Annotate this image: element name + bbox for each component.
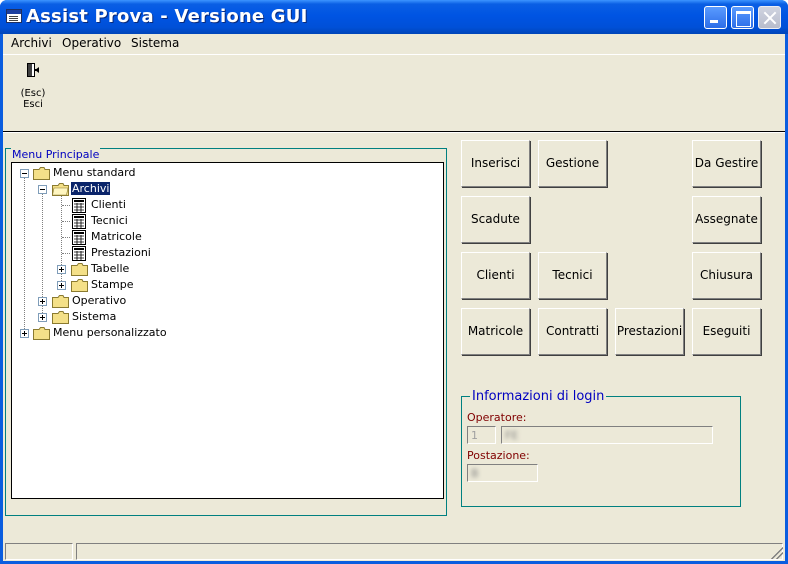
- gestione-button[interactable]: Gestione: [538, 140, 607, 187]
- menu-principale-caption: Menu Principale: [11, 148, 101, 161]
- login-info-caption: Informazioni di login: [470, 389, 607, 404]
- tree-node-clienti[interactable]: Clienti: [12, 197, 212, 213]
- status-bar: [3, 541, 785, 561]
- document-icon: [72, 214, 86, 229]
- operatore-name-value: FE: [505, 429, 519, 442]
- tree-node-menu-standard[interactable]: Menu standard: [12, 165, 212, 181]
- document-icon: [72, 230, 86, 245]
- tree-node-prestazioni[interactable]: Prestazioni: [12, 245, 212, 261]
- folder-icon: [52, 311, 69, 324]
- menu-sistema[interactable]: Sistema: [131, 36, 179, 50]
- expand-icon[interactable]: [38, 313, 47, 322]
- tree-label: Operativo: [72, 294, 127, 307]
- menu-tree[interactable]: Menu standard Archivi Clienti Tecnici Ma…: [11, 162, 444, 499]
- document-icon: [72, 246, 86, 261]
- menu-principale-group: Menu Principale Menu standard Archivi Cl…: [5, 148, 447, 516]
- tree-label: Prestazioni: [91, 246, 151, 259]
- matricole-button[interactable]: Matricole: [461, 308, 530, 355]
- da-gestire-button[interactable]: Da Gestire: [692, 140, 761, 187]
- folder-icon: [52, 295, 69, 308]
- tree-node-archivi[interactable]: Archivi: [12, 181, 212, 197]
- tree-label: Archivi: [71, 182, 111, 195]
- tecnici-button[interactable]: Tecnici: [538, 252, 607, 299]
- eseguiti-button[interactable]: Eseguiti: [692, 308, 761, 355]
- status-panel-1: [5, 543, 73, 560]
- exit-door-icon: [27, 63, 39, 77]
- tree-label: Menu standard: [53, 166, 136, 179]
- tree-node-tecnici[interactable]: Tecnici: [12, 213, 212, 229]
- minimize-button[interactable]: [704, 6, 727, 29]
- contratti-button[interactable]: Contratti: [538, 308, 607, 355]
- expand-icon[interactable]: [57, 265, 66, 274]
- tree-label: Clienti: [91, 198, 126, 211]
- resize-grip-icon[interactable]: [771, 547, 783, 559]
- tree-label: Sistema: [72, 310, 117, 323]
- operatore-id-field: 1: [467, 426, 496, 444]
- operatore-id-value: 1: [471, 429, 478, 442]
- assegnate-button[interactable]: Assegnate: [692, 196, 761, 243]
- tree-label: Matricole: [91, 230, 142, 243]
- inserisci-button[interactable]: Inserisci: [461, 140, 530, 187]
- app-icon[interactable]: [6, 9, 22, 23]
- status-panel-2: [76, 543, 783, 560]
- tree-label: Tecnici: [91, 214, 128, 227]
- app-window: Assist Prova - Versione GUI Archivi Oper…: [0, 0, 788, 564]
- tree-line: [62, 221, 70, 222]
- collapse-icon[interactable]: [38, 185, 47, 194]
- expand-icon[interactable]: [57, 281, 66, 290]
- operatore-name-field: FE: [501, 426, 713, 444]
- folder-icon: [71, 279, 88, 292]
- expand-icon[interactable]: [38, 297, 47, 306]
- menu-bar: Archivi Operativo Sistema: [3, 34, 785, 53]
- menu-operativo[interactable]: Operativo: [62, 36, 121, 50]
- folder-icon: [33, 327, 50, 340]
- maximize-button[interactable]: [731, 6, 754, 29]
- toolbar: (Esc) Esci: [3, 54, 785, 130]
- folder-icon: [71, 263, 88, 276]
- tree-node-menu-personalizzato[interactable]: Menu personalizzato: [12, 325, 232, 341]
- tree-label: Tabelle: [91, 262, 130, 275]
- tree-line: [62, 237, 70, 238]
- tree-node-matricole[interactable]: Matricole: [12, 229, 212, 245]
- client-area: Archivi Operativo Sistema (Esc) Esci Men…: [3, 34, 785, 561]
- folder-open-icon: [52, 183, 69, 196]
- document-icon: [72, 198, 86, 213]
- toolbar-separator: [3, 131, 785, 133]
- clienti-button[interactable]: Clienti: [461, 252, 530, 299]
- postazione-label: Postazione:: [467, 449, 530, 462]
- close-button[interactable]: [758, 6, 781, 29]
- menu-archivi[interactable]: Archivi: [11, 36, 52, 50]
- tree-label: Stampe: [91, 278, 134, 291]
- expand-icon[interactable]: [20, 329, 29, 338]
- prestazioni-button[interactable]: Prestazioni: [615, 308, 684, 355]
- postazione-value: B: [471, 467, 479, 480]
- scadute-button[interactable]: Scadute: [461, 196, 530, 243]
- chiusura-button[interactable]: Chiusura: [692, 252, 761, 299]
- tree-node-tabelle[interactable]: Tabelle: [12, 261, 212, 277]
- tree-line: [62, 205, 70, 206]
- tree-label: Menu personalizzato: [53, 326, 167, 339]
- title-bar[interactable]: Assist Prova - Versione GUI: [0, 0, 788, 34]
- tree-node-sistema[interactable]: Sistema: [12, 309, 212, 325]
- tree-node-stampe[interactable]: Stampe: [12, 277, 212, 293]
- tree-line: [62, 253, 70, 254]
- operatore-label: Operatore:: [467, 411, 527, 424]
- exit-shortcut-label: (Esc): [20, 88, 46, 99]
- postazione-field: B: [467, 464, 538, 482]
- folder-icon: [33, 167, 50, 180]
- tree-node-operativo[interactable]: Operativo: [12, 293, 212, 309]
- exit-label: Esci: [23, 99, 43, 110]
- exit-button[interactable]: (Esc) Esci: [13, 59, 53, 119]
- collapse-icon[interactable]: [20, 169, 29, 178]
- login-info-group: Informazioni di login Operatore: 1 FE Po…: [461, 389, 741, 507]
- window-title: Assist Prova - Versione GUI: [26, 6, 308, 27]
